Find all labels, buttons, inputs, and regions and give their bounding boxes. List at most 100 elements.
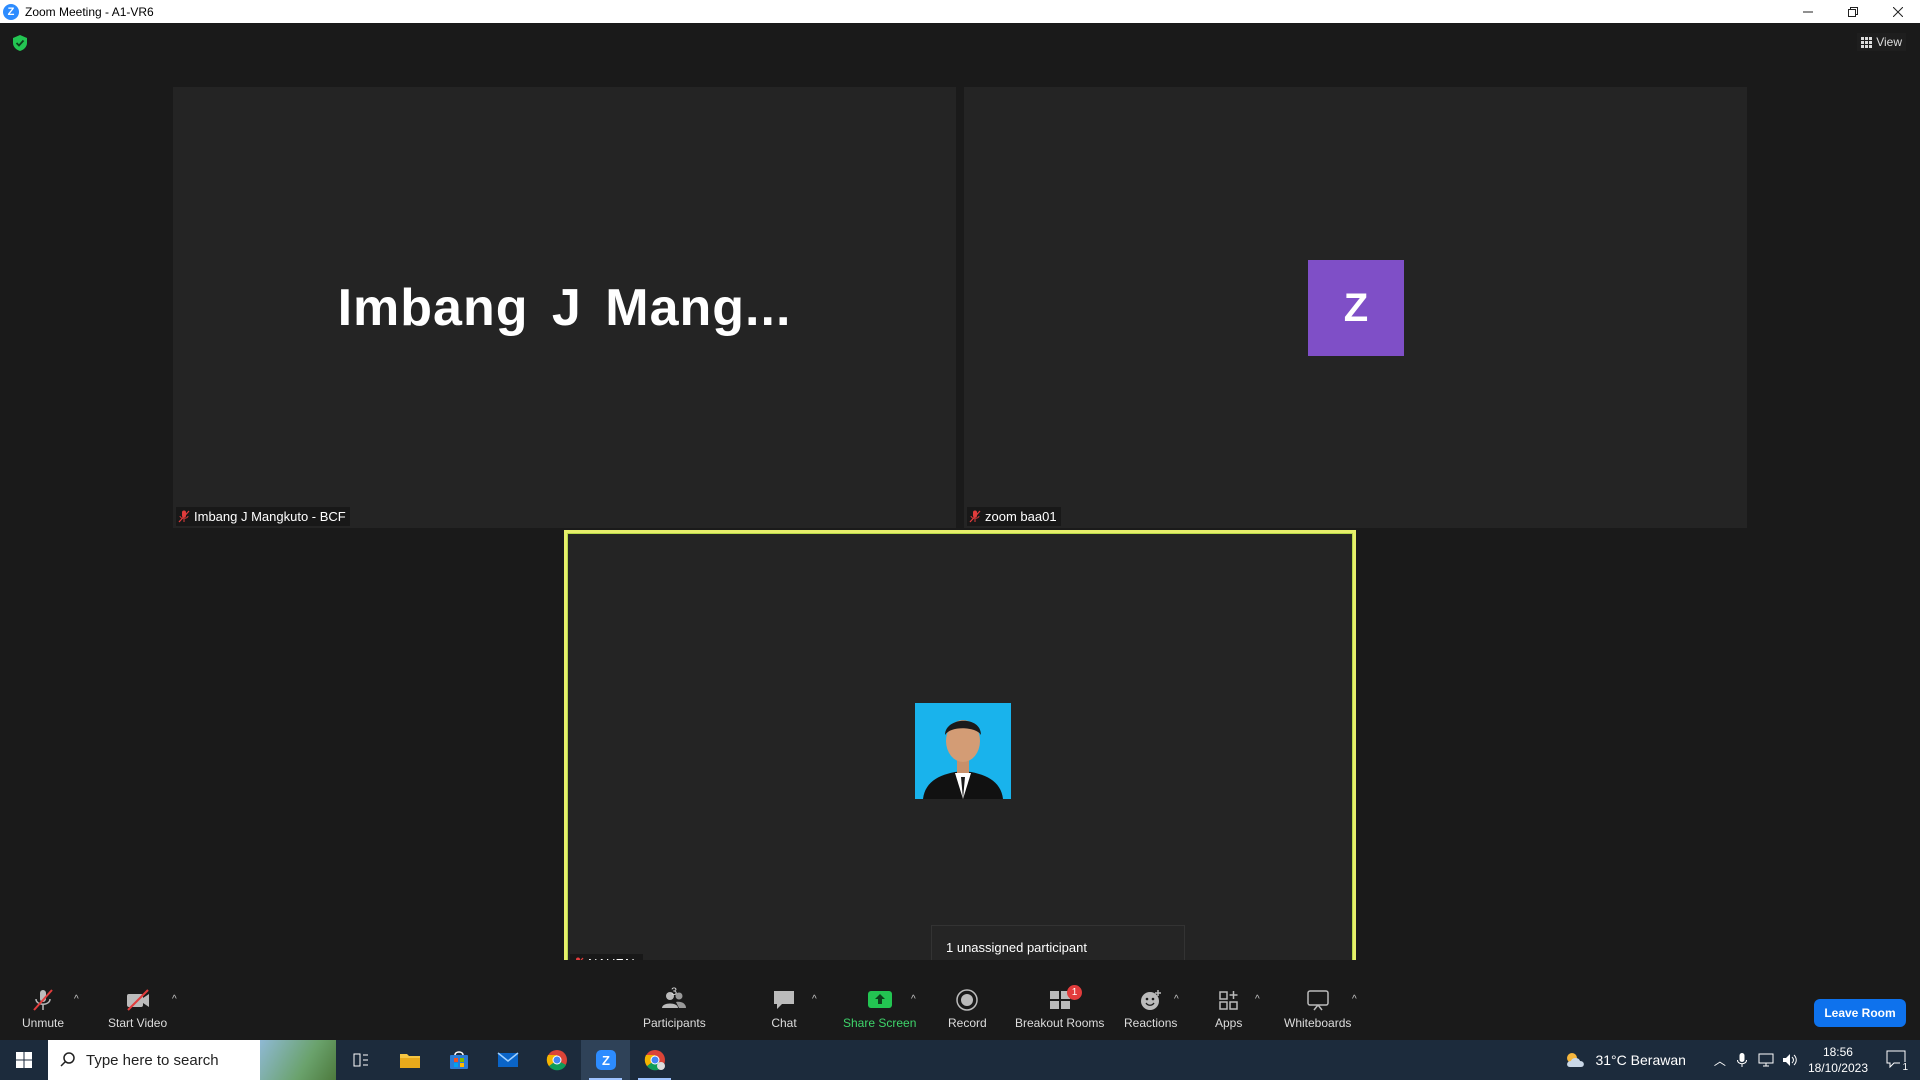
leave-room-button[interactable]: Leave Room xyxy=(1814,999,1906,1027)
task-view-icon xyxy=(353,1053,368,1067)
chrome-icon xyxy=(546,1050,567,1071)
avatar: Z xyxy=(1308,260,1404,356)
zoom-app-icon: Z xyxy=(595,1050,616,1070)
video-tile-naufal[interactable]: NAUFAL xyxy=(564,530,1356,978)
task-view-button[interactable] xyxy=(336,1040,385,1080)
apps-button[interactable]: Apps xyxy=(1215,988,1242,1030)
security-shield-icon[interactable] xyxy=(13,35,27,51)
unmute-button[interactable]: Unmute xyxy=(22,988,64,1030)
system-tray: 31°C Berawan ︿ 18:56 18/10/2023 1 xyxy=(1563,1040,1920,1080)
search-placeholder: Type here to search xyxy=(86,1051,219,1069)
weather-cloud-icon[interactable] xyxy=(1563,1050,1587,1070)
mic-muted-icon xyxy=(33,989,53,1011)
whiteboards-button[interactable]: Whiteboards xyxy=(1284,988,1351,1030)
window-controls xyxy=(1785,0,1920,23)
start-video-button[interactable]: Start Video xyxy=(108,988,167,1030)
share-screen-button[interactable]: Share Screen xyxy=(843,988,916,1030)
notification-count: 1 xyxy=(1900,1061,1910,1073)
participants-count: 3 xyxy=(671,986,678,998)
restore-button[interactable] xyxy=(1830,0,1875,23)
mail-icon xyxy=(497,1052,518,1067)
volume-icon[interactable] xyxy=(1782,1053,1798,1067)
audio-options-caret[interactable]: ^ xyxy=(74,994,79,1005)
reactions-options-caret[interactable]: ^ xyxy=(1174,994,1179,1005)
chrome-icon xyxy=(644,1050,665,1071)
participant-name: zoom baa01 xyxy=(985,509,1057,524)
apps-options-caret[interactable]: ^ xyxy=(1255,994,1260,1005)
zoom-taskbar-button[interactable]: Z xyxy=(581,1040,630,1080)
file-explorer-button[interactable] xyxy=(385,1040,434,1080)
meeting-toolbar: Unmute ^ Start Video ^ 3 Participants Ch… xyxy=(0,960,1920,1040)
mic-muted-icon xyxy=(178,510,190,523)
notification-center-button[interactable]: 1 xyxy=(1886,1050,1910,1073)
breakout-rooms-button[interactable]: 1 Breakout Rooms xyxy=(1015,985,1105,1030)
chrome-button[interactable] xyxy=(532,1040,581,1080)
microphone-icon[interactable] xyxy=(1736,1052,1748,1068)
video-tile-imbang[interactable]: Imbang J Mang... Imbang J Mangkuto - BCF xyxy=(173,87,956,528)
windows-taskbar: Type here to search Z 31°C Berawan ︿ 18:… xyxy=(0,1040,1920,1080)
participant-photo xyxy=(915,703,1011,799)
taskbar-search-box[interactable]: Type here to search xyxy=(48,1040,336,1080)
share-screen-label: Share Screen xyxy=(843,1016,917,1030)
grid-view-icon xyxy=(1861,36,1873,48)
share-options-caret[interactable]: ^ xyxy=(911,994,916,1005)
whiteboards-label: Whiteboards xyxy=(1284,1016,1352,1030)
view-label: View xyxy=(1876,35,1902,49)
reactions-icon xyxy=(1140,990,1161,1010)
close-icon xyxy=(1892,6,1903,17)
window-title: Zoom Meeting - A1-VR6 xyxy=(25,4,154,19)
whiteboards-options-caret[interactable]: ^ xyxy=(1352,994,1357,1005)
microsoft-store-button[interactable] xyxy=(434,1040,483,1080)
start-video-label: Start Video xyxy=(108,1016,168,1030)
record-icon xyxy=(956,989,979,1011)
search-icon xyxy=(60,1052,75,1067)
close-button[interactable] xyxy=(1875,0,1920,23)
apps-label: Apps xyxy=(1215,1016,1243,1030)
mic-muted-icon xyxy=(969,510,981,523)
chat-button[interactable]: Chat xyxy=(771,988,797,1030)
participant-name-tag: Imbang J Mangkuto - BCF xyxy=(176,507,350,526)
store-icon xyxy=(449,1051,468,1069)
zoom-logo-icon: Z xyxy=(3,3,19,20)
chrome-profile-button[interactable] xyxy=(630,1040,679,1080)
chat-icon xyxy=(774,991,794,1009)
unmute-label: Unmute xyxy=(22,1016,65,1030)
view-button[interactable]: View xyxy=(1857,33,1906,51)
mail-button[interactable] xyxy=(483,1040,532,1080)
windows-start-button[interactable] xyxy=(0,1040,48,1080)
video-tile-zoom-baa01[interactable]: Z zoom baa01 xyxy=(964,87,1747,528)
chevron-up-icon[interactable]: ︿ xyxy=(1714,1052,1726,1069)
participants-button[interactable]: 3 Participants xyxy=(643,986,706,1030)
person-photo-icon xyxy=(915,703,1011,799)
participant-display-name: Imbang J Mang... xyxy=(337,278,792,337)
chat-label: Chat xyxy=(771,1016,797,1030)
participant-name-tag: zoom baa01 xyxy=(967,507,1061,526)
reactions-label: Reactions xyxy=(1124,1016,1178,1030)
clock-date: 18/10/2023 xyxy=(1807,1061,1868,1075)
clock-time: 18:56 xyxy=(1822,1045,1853,1059)
taskbar-clock[interactable]: 18:56 18/10/2023 xyxy=(1808,1044,1868,1076)
weather-text[interactable]: 31°C Berawan xyxy=(1595,1052,1685,1068)
whiteboard-icon xyxy=(1306,990,1329,1011)
participants-label: Participants xyxy=(643,1016,706,1030)
record-button[interactable]: Record xyxy=(948,988,987,1030)
chat-options-caret[interactable]: ^ xyxy=(812,994,817,1005)
minimize-icon xyxy=(1802,11,1813,12)
share-screen-icon xyxy=(867,991,892,1008)
participant-name: Imbang J Mangkuto - BCF xyxy=(194,509,346,524)
record-label: Record xyxy=(948,1016,987,1030)
breakout-rooms-badge: 1 xyxy=(1067,985,1082,1000)
restore-icon xyxy=(1847,6,1858,17)
reactions-button[interactable]: Reactions xyxy=(1124,988,1177,1030)
breakout-rooms-label: Breakout Rooms xyxy=(1015,1016,1105,1030)
video-off-icon xyxy=(126,989,149,1011)
network-icon[interactable] xyxy=(1758,1053,1774,1067)
window-titlebar: Z Zoom Meeting - A1-VR6 xyxy=(0,0,1920,23)
apps-icon xyxy=(1218,991,1238,1010)
minimize-button[interactable] xyxy=(1785,0,1830,23)
meeting-area: View Imbang J Mang... Imbang J Mangkuto … xyxy=(0,23,1920,1040)
svg-text:Z: Z xyxy=(602,1053,610,1068)
search-highlight-image xyxy=(260,1040,336,1080)
folder-icon xyxy=(399,1054,420,1068)
video-options-caret[interactable]: ^ xyxy=(172,994,177,1005)
